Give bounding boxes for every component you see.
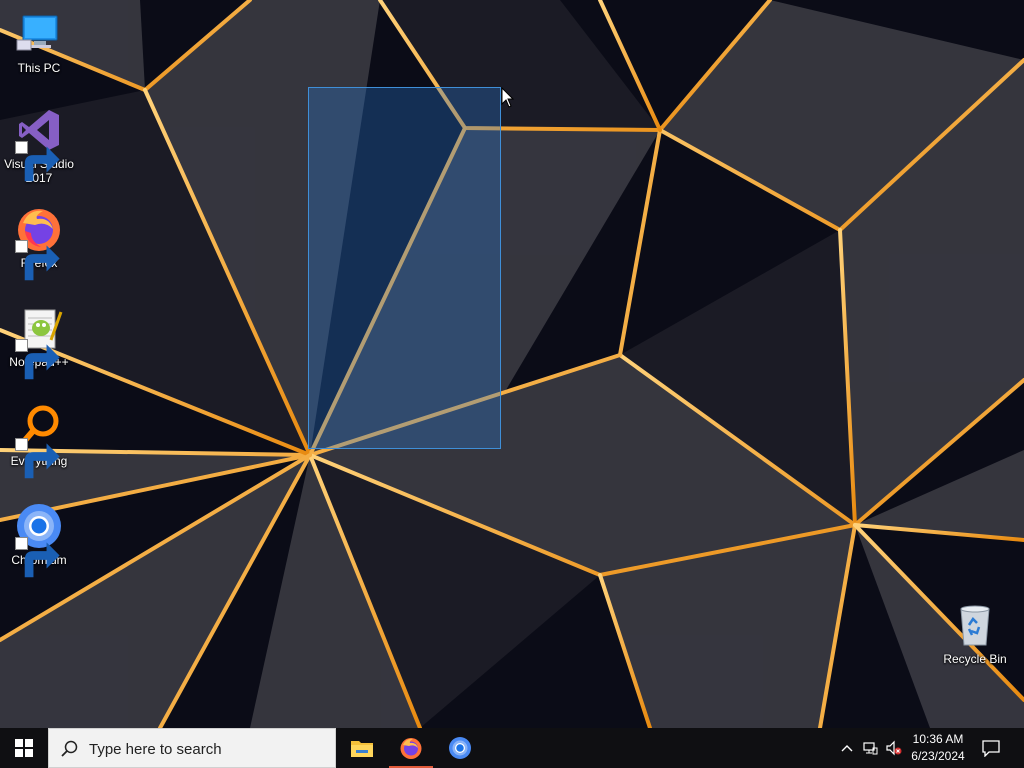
- search-placeholder: Type here to search: [89, 741, 222, 758]
- search-icon: [61, 740, 78, 757]
- desktop-icon-notepad-plus-plus[interactable]: Notepad++: [1, 304, 77, 380]
- network-icon[interactable]: [862, 740, 878, 756]
- recycle-bin-icon: [951, 601, 999, 649]
- desktop-icon-label: This PC: [17, 61, 61, 75]
- action-center-icon[interactable]: [982, 739, 1000, 757]
- shortcut-arrow-icon: [15, 339, 60, 380]
- desktop-icon-recycle-bin[interactable]: Recycle Bin: [937, 601, 1013, 666]
- this-pc-icon: [15, 10, 63, 58]
- desktop-icon-this-pc[interactable]: This PC: [1, 10, 77, 75]
- firefox-icon: [15, 205, 63, 281]
- desktop-icon-chromium[interactable]: Chromium: [1, 502, 77, 578]
- taskbar-chromium[interactable]: [436, 728, 484, 768]
- clock-time: 10:36 AM: [912, 732, 964, 746]
- shortcut-arrow-icon: [15, 438, 60, 479]
- firefox-icon: [400, 738, 422, 759]
- show-hidden-icons-chevron-icon[interactable]: [839, 740, 855, 756]
- taskbar: Type here to search 10:36 AM 6/23/2024: [0, 728, 1024, 768]
- drag-selection-rectangle: [308, 87, 501, 449]
- desktop-icon-everything[interactable]: Everything: [1, 403, 77, 479]
- desktop-wallpaper: [0, 0, 1024, 768]
- notepad-plus-plus-icon: [15, 304, 63, 380]
- volume-muted-icon[interactable]: [886, 740, 902, 756]
- shortcut-arrow-icon: [15, 537, 60, 578]
- shortcut-arrow-icon: [15, 141, 60, 182]
- desktop-icon-label: Recycle Bin: [943, 652, 1007, 666]
- chromium-icon: [449, 737, 471, 759]
- shortcut-arrow-icon: [15, 240, 60, 281]
- taskbar-file-explorer[interactable]: [338, 728, 386, 768]
- desktop-icon-firefox[interactable]: Firefox: [1, 205, 77, 281]
- desktop-icon-visual-studio[interactable]: Visual Studio 2017: [1, 106, 77, 185]
- taskbar-clock[interactable]: 10:36 AM 6/23/2024: [904, 731, 972, 765]
- everything-icon: [15, 403, 63, 479]
- file-explorer-icon: [351, 741, 373, 757]
- windows-logo-icon: [15, 739, 33, 757]
- clock-date: 6/23/2024: [911, 749, 965, 763]
- taskbar-firefox[interactable]: [387, 728, 435, 768]
- taskbar-search-box[interactable]: Type here to search: [48, 728, 336, 768]
- start-button[interactable]: [0, 728, 48, 768]
- visual-studio-icon: [15, 106, 63, 182]
- mouse-cursor-icon: [501, 87, 515, 108]
- chromium-icon: [15, 502, 63, 578]
